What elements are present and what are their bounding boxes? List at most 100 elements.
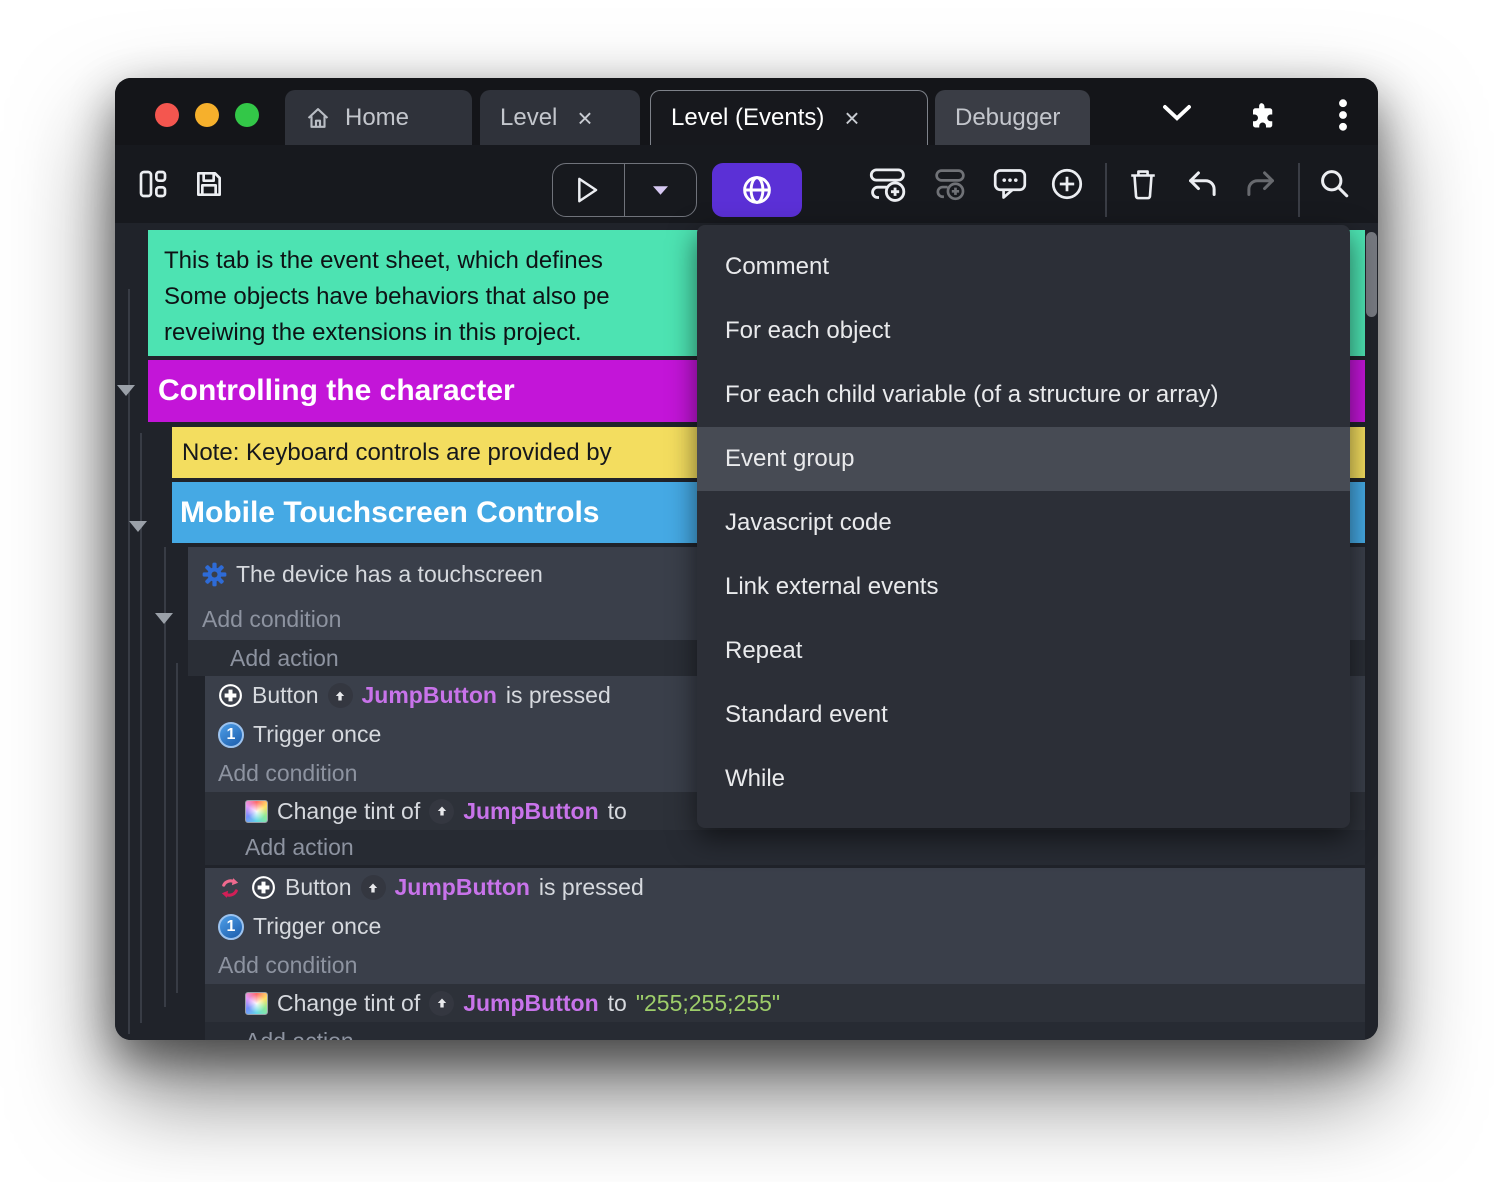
toolbar xyxy=(115,145,1378,223)
caret-down-icon xyxy=(653,185,669,195)
save-floppy-icon xyxy=(193,168,225,200)
zoom-window-button[interactable] xyxy=(235,103,259,127)
menu-item-for-each-child-variable[interactable]: For each child variable (of a structure … xyxy=(697,363,1350,427)
condition-predicate: is pressed xyxy=(538,874,644,900)
gdevelop-window: Home Level × Level (Events) × Debugger T… xyxy=(115,78,1378,1040)
tab-debugger[interactable]: Debugger xyxy=(935,90,1090,145)
menu-item-repeat[interactable]: Repeat xyxy=(697,619,1350,683)
gamepad-button-icon xyxy=(218,683,243,708)
menu-item-while[interactable]: While xyxy=(697,747,1350,811)
action-row[interactable]: Change tint of JumpButton to "255;255;25… xyxy=(205,984,1365,1022)
add-event-icon xyxy=(868,166,908,202)
tab-level-events[interactable]: Level (Events) × xyxy=(650,90,928,145)
gamepad-button-icon xyxy=(251,875,276,900)
layout-panels-icon xyxy=(137,168,169,200)
collapse-arrow-icon[interactable] xyxy=(117,385,135,396)
tab-label: Level (Events) xyxy=(671,104,825,131)
condition-predicate: is pressed xyxy=(505,682,611,708)
play-icon xyxy=(577,177,599,203)
add-action-link[interactable]: Add action xyxy=(205,1022,1365,1040)
desktop: Home Level × Level (Events) × Debugger T… xyxy=(0,0,1494,1182)
condition-text: Trigger once xyxy=(253,913,382,939)
add-condition-link[interactable]: Add condition xyxy=(205,946,1365,984)
trash-icon xyxy=(1127,167,1159,201)
undo-arrow-icon xyxy=(1186,169,1220,199)
kebab-menu-icon[interactable] xyxy=(1337,98,1349,132)
condition-text: Trigger once xyxy=(253,721,382,747)
tint-value: "255;255;255" xyxy=(635,989,781,1016)
menu-item-event-group[interactable]: Event group xyxy=(697,427,1350,491)
search-button[interactable] xyxy=(1313,167,1357,201)
condition-text: The device has a touchscreen xyxy=(236,560,543,587)
chevron-down-icon[interactable] xyxy=(1161,104,1193,122)
menu-item-link-external-events[interactable]: Link external events xyxy=(697,555,1350,619)
add-subevent-icon xyxy=(931,167,969,201)
comment-bubble-icon xyxy=(992,166,1028,202)
minimize-window-button[interactable] xyxy=(195,103,219,127)
preview-button-group xyxy=(552,163,697,217)
close-tab-icon[interactable]: × xyxy=(844,105,859,131)
add-action-link[interactable]: Add action xyxy=(205,830,1365,865)
tab-label: Debugger xyxy=(955,103,1061,131)
add-event-button[interactable] xyxy=(866,166,910,202)
tab-label: Level xyxy=(500,103,558,131)
collapse-arrow-icon[interactable] xyxy=(155,613,173,624)
save-button[interactable] xyxy=(187,167,231,201)
redo-arrow-icon xyxy=(1243,169,1277,199)
action-text: to xyxy=(607,797,627,824)
close-window-button[interactable] xyxy=(155,103,179,127)
close-tab-icon[interactable]: × xyxy=(577,105,592,131)
tree-guide-line xyxy=(128,289,130,1034)
tab-label: Home xyxy=(345,103,410,131)
preview-options-button[interactable] xyxy=(625,164,696,216)
menu-item-standard-event[interactable]: Standard event xyxy=(697,683,1350,747)
object-up-arrow-icon xyxy=(429,990,455,1016)
plus-circle-icon xyxy=(1050,167,1084,201)
add-circle-button[interactable] xyxy=(1045,167,1089,201)
object-name: JumpButton xyxy=(463,989,599,1016)
object-up-arrow-icon xyxy=(327,683,353,708)
condition-row[interactable]: Button JumpButton is pressed xyxy=(205,868,1365,907)
action-text: to xyxy=(607,989,627,1016)
object-name: JumpButton xyxy=(394,874,530,900)
tint-color-icon xyxy=(245,799,268,823)
invert-condition-icon xyxy=(218,876,242,900)
search-icon xyxy=(1318,167,1352,201)
vertical-scrollbar-thumb[interactable] xyxy=(1366,232,1377,317)
behavior-name: Button xyxy=(285,874,352,900)
note-text: Note: Keyboard controls are provided by xyxy=(182,438,612,466)
action-text: Change tint of xyxy=(277,797,421,824)
trigger-once-icon: 1 xyxy=(218,721,244,748)
tab-level[interactable]: Level × xyxy=(480,90,640,145)
add-subevent-button[interactable] xyxy=(928,167,972,201)
extensions-puzzle-icon[interactable] xyxy=(1248,100,1278,130)
undo-button[interactable] xyxy=(1181,167,1225,201)
menu-item-comment[interactable]: Comment xyxy=(697,235,1350,299)
home-icon xyxy=(305,105,331,131)
menu-item-javascript-code[interactable]: Javascript code xyxy=(697,491,1350,555)
tint-color-icon xyxy=(245,991,268,1015)
group-title: Controlling the character xyxy=(158,374,515,407)
add-event-context-menu: Comment For each object For each child v… xyxy=(697,225,1350,828)
behavior-name: Button xyxy=(252,682,319,708)
gear-icon xyxy=(202,562,227,587)
add-comment-button[interactable] xyxy=(988,167,1032,201)
globe-icon xyxy=(740,173,774,207)
redo-button[interactable] xyxy=(1238,167,1282,201)
object-up-arrow-icon xyxy=(360,875,386,900)
condition-row[interactable]: 1 Trigger once xyxy=(205,907,1365,946)
menu-item-for-each-object[interactable]: For each object xyxy=(697,299,1350,363)
toggle-panels-button[interactable] xyxy=(131,167,175,201)
delete-button[interactable] xyxy=(1121,167,1165,201)
action-text: Change tint of xyxy=(277,989,421,1016)
play-preview-button[interactable] xyxy=(553,164,624,216)
event-jumpbutton-2[interactable]: Button JumpButton is pressed 1 Trigger o… xyxy=(205,868,1365,1040)
group-title: Mobile Touchscreen Controls xyxy=(180,495,600,529)
trigger-once-icon: 1 xyxy=(218,913,244,940)
tab-home[interactable]: Home xyxy=(285,90,472,145)
collapse-arrow-icon[interactable] xyxy=(129,521,147,532)
tree-guide-line xyxy=(176,663,178,993)
object-name: JumpButton xyxy=(361,682,497,708)
network-preview-button[interactable] xyxy=(712,163,802,217)
titlebar: Home Level × Level (Events) × Debugger xyxy=(115,78,1378,145)
